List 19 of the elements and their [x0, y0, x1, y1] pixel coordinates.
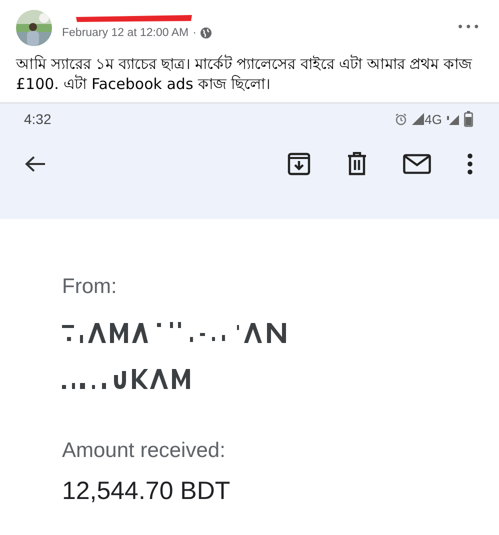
amount-label: Amount received: — [62, 439, 226, 463]
status-time: 4:32 — [24, 111, 52, 127]
more-button[interactable]: ••• — [456, 20, 481, 34]
post-date[interactable]: February 12 at 12:00 AM — [62, 27, 189, 39]
battery-icon — [464, 111, 473, 127]
signal-icon — [447, 113, 459, 125]
signal-icon — [412, 113, 424, 125]
archive-icon[interactable] — [287, 152, 311, 176]
amount-value: 12,544.70 BDT — [62, 477, 232, 506]
separator: · — [192, 27, 196, 39]
more-vertical-icon[interactable] — [467, 153, 473, 175]
trash-icon[interactable] — [347, 152, 367, 176]
globe-icon[interactable] — [200, 27, 212, 39]
post-text: আমি স্যারের ১ম ব্যাচের ছাত্র। মার্কেট প্যালেসের বাইরে এটা আমার প্রথম কাজ £100. এটা Facebook ads কাজ ছিলো। — [16, 54, 474, 94]
mail-icon[interactable] — [403, 154, 431, 174]
alarm-icon — [394, 112, 407, 126]
network-label: 4G — [424, 112, 442, 126]
back-arrow-icon[interactable] — [24, 155, 46, 173]
from-label: From: — [62, 275, 118, 299]
